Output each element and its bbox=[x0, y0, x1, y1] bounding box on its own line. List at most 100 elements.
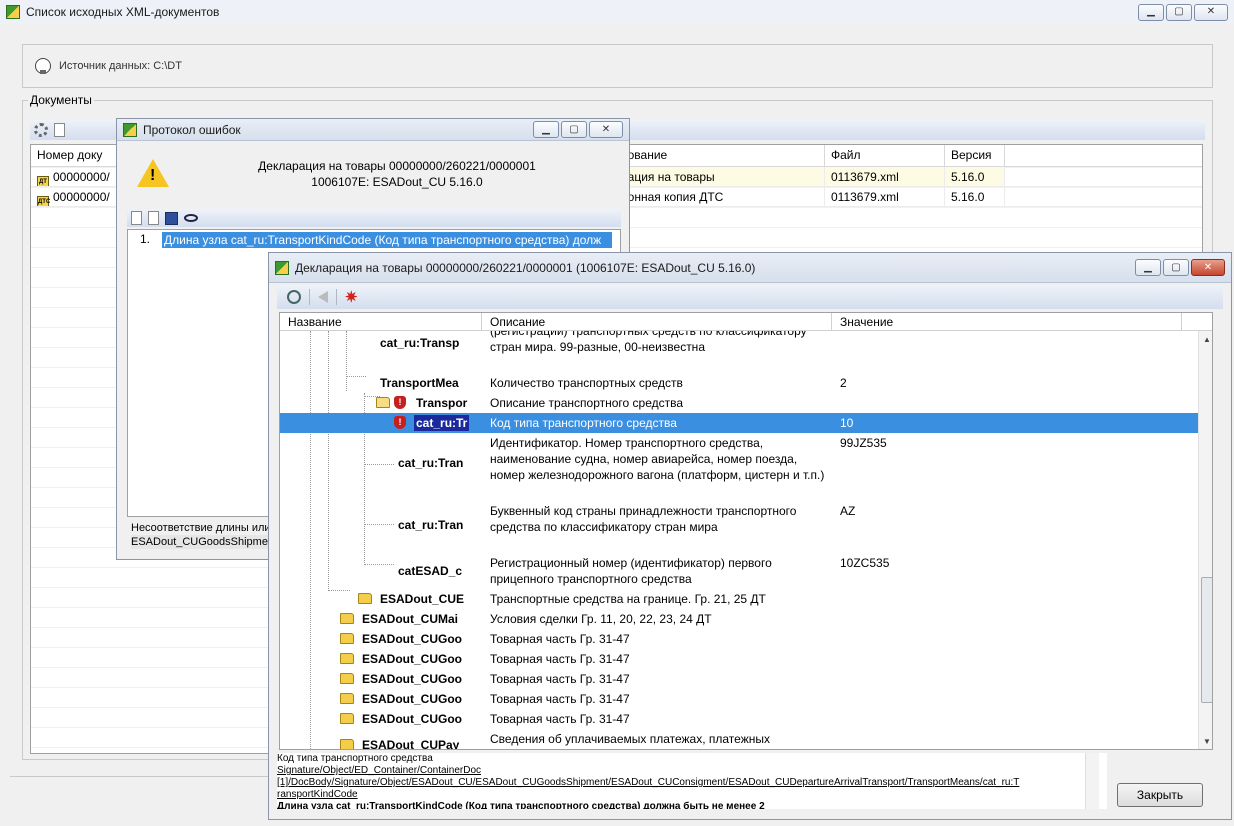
scroll-down-icon[interactable]: ▼ bbox=[1203, 737, 1211, 746]
tree-row[interactable]: ESADout_CUGoo Товарная часть Гр. 31-47 bbox=[280, 629, 1198, 649]
row-version: 5.16.0 bbox=[945, 167, 1005, 186]
maximize-button[interactable]: ▢ bbox=[1163, 259, 1189, 276]
save-icon[interactable] bbox=[165, 211, 178, 225]
close-dialog-button[interactable]: Закрыть bbox=[1117, 783, 1203, 807]
tree-vertical-scrollbar[interactable]: ▲ ▼ bbox=[1198, 331, 1212, 749]
minimize-button[interactable]: ▁ bbox=[533, 121, 559, 138]
node-name: ESADout_CUGoo bbox=[362, 712, 462, 726]
node-value: 10ZC535 bbox=[840, 556, 890, 570]
declaration-tree: Название Описание Значение cat_ru:Transp… bbox=[279, 312, 1213, 750]
folder-icon bbox=[340, 713, 354, 724]
column-header-name[interactable]: Название bbox=[280, 313, 482, 330]
gear-icon[interactable] bbox=[34, 123, 48, 137]
node-name: TransportMea bbox=[380, 376, 459, 390]
node-name: ESADout_CUGoo bbox=[362, 632, 462, 646]
column-header-description[interactable]: Описание bbox=[482, 313, 832, 330]
document-icon[interactable] bbox=[131, 211, 142, 225]
error-toolbar bbox=[127, 209, 621, 227]
node-value bbox=[832, 731, 1198, 749]
tree-row[interactable]: cat_ru:Tran Буквенный код страны принадл… bbox=[280, 501, 1198, 553]
node-value bbox=[832, 393, 1198, 413]
dt-icon: ДТ bbox=[37, 176, 49, 186]
node-value: 99JZ535 bbox=[840, 436, 887, 450]
error-header-line2: 1006107E: ESADout_CU 5.16.0 bbox=[311, 175, 483, 189]
folder-icon bbox=[340, 653, 354, 664]
node-name: ESADout_CUE bbox=[380, 592, 465, 606]
column-header-value[interactable]: Значение bbox=[832, 313, 1182, 330]
node-value: 10 bbox=[840, 416, 854, 430]
app-icon bbox=[275, 260, 289, 275]
declaration-titlebar[interactable]: Декларация на товары 00000000/260221/000… bbox=[269, 253, 1231, 283]
tree-row[interactable]: ESADout_CUGoo Товарная часть Гр. 31-47 bbox=[280, 669, 1198, 689]
details-error: Длина узла cat_ru:TransportKindCode (Код… bbox=[277, 801, 765, 809]
source-box: Источник данных: C:\DT bbox=[22, 44, 1213, 88]
folder-icon bbox=[340, 739, 354, 749]
close-button[interactable]: ✕ bbox=[1191, 259, 1225, 276]
row-file: 0113679.xml bbox=[825, 167, 945, 186]
details-scrollbar[interactable] bbox=[1085, 753, 1099, 809]
close-button[interactable]: ✕ bbox=[1194, 3, 1228, 21]
folder-icon bbox=[340, 633, 354, 644]
details-path-3[interactable]: ransportKindCode bbox=[277, 789, 1107, 801]
maximize-button[interactable]: ▢ bbox=[561, 121, 587, 138]
folder-icon bbox=[340, 673, 354, 684]
tree-row[interactable]: ESADout_CUE Транспортные средства на гра… bbox=[280, 589, 1198, 609]
node-value bbox=[832, 629, 1198, 649]
tree-row-selected[interactable]: ! cat_ru:Tr Код типа транспортного средс… bbox=[280, 413, 1198, 433]
minimize-button[interactable]: ▁ bbox=[1135, 259, 1161, 276]
tree-row[interactable]: ESADout_CUGoo Товарная часть Гр. 31-47 bbox=[280, 689, 1198, 709]
main-titlebar[interactable]: Список исходных XML-документов ▁ ▢ ✕ bbox=[0, 0, 1234, 24]
tree-row[interactable]: catESAD_c Регистрационный номер (идентиф… bbox=[280, 553, 1198, 589]
node-name: ESADout_CUPay bbox=[362, 738, 460, 750]
folder-icon bbox=[340, 693, 354, 704]
tree-row[interactable]: ESADout_CUGoo Товарная часть Гр. 31-47 bbox=[280, 709, 1198, 729]
node-value: 2 bbox=[840, 376, 847, 390]
close-button[interactable]: ✕ bbox=[589, 121, 623, 138]
tree-row[interactable]: ESADout_CUGoo Товарная часть Гр. 31-47 bbox=[280, 649, 1198, 669]
view-icon[interactable] bbox=[184, 214, 198, 222]
node-name: ESADout_CUMai bbox=[362, 612, 459, 626]
node-value bbox=[832, 331, 1198, 371]
main-window-title: Список исходных XML-документов bbox=[26, 5, 220, 19]
column-header-file[interactable]: Файл bbox=[825, 145, 945, 166]
column-header-name[interactable]: нование bbox=[615, 145, 825, 166]
source-label: Источник данных: C:\DT bbox=[59, 60, 182, 72]
document-icon[interactable] bbox=[54, 123, 65, 137]
tree-row[interactable]: cat_ru:Tran Идентификатор. Номер транспо… bbox=[280, 433, 1198, 501]
minimize-button[interactable]: ▁ bbox=[1138, 3, 1164, 21]
tree-row[interactable]: TransportMea Количество транспортных сре… bbox=[280, 373, 1198, 393]
back-arrow-icon[interactable] bbox=[318, 291, 328, 303]
node-value: AZ bbox=[840, 504, 856, 518]
node-description: Сведения об уплачиваемых платежах, плате… bbox=[490, 732, 770, 746]
column-header-version[interactable]: Версия bbox=[945, 145, 1005, 166]
error-protocol-titlebar[interactable]: Протокол ошибок ▁ ▢ ✕ bbox=[117, 119, 629, 141]
maximize-button[interactable]: ▢ bbox=[1166, 3, 1192, 21]
scroll-up-icon[interactable]: ▲ bbox=[1203, 335, 1211, 344]
tree-row[interactable]: ! Transpor Описание транспортного средст… bbox=[280, 393, 1198, 413]
details-path-1[interactable]: Signature/Object/ED_Container/ContainerD… bbox=[277, 765, 1107, 777]
document-copy-icon[interactable] bbox=[148, 211, 159, 225]
row-version: 5.16.0 bbox=[945, 187, 1005, 206]
details-path-2[interactable]: [1]/DocBody/Signature/Object/ESADout_CU/… bbox=[277, 777, 1107, 789]
tree-row[interactable]: ESADout_CUMai Условия сделки Гр. 11, 20,… bbox=[280, 609, 1198, 629]
scroll-thumb[interactable] bbox=[1201, 577, 1212, 703]
details-title: Код типа транспортного средства bbox=[277, 753, 433, 764]
error-star-icon[interactable]: ✷ bbox=[345, 290, 358, 305]
node-name: ESADout_CUGoo bbox=[362, 692, 462, 706]
row-number: 00000000/ bbox=[53, 190, 110, 204]
node-value bbox=[832, 589, 1198, 609]
node-description: Товарная часть Гр. 31-47 bbox=[490, 632, 630, 646]
node-value bbox=[832, 649, 1198, 669]
tree-row[interactable]: cat_ru:Transp (регистрации) транспортных… bbox=[280, 331, 1198, 371]
node-description: Количество транспортных средств bbox=[490, 376, 683, 390]
app-icon bbox=[6, 5, 20, 19]
node-description: Товарная часть Гр. 31-47 bbox=[490, 652, 630, 666]
tree-row[interactable]: ESADout_CUPay Сведения об уплачиваемых п… bbox=[280, 731, 1198, 750]
node-value bbox=[832, 709, 1198, 729]
search-icon[interactable] bbox=[287, 290, 301, 304]
node-name: cat_ru:Tran bbox=[398, 518, 464, 532]
declaration-title: Декларация на товары 00000000/260221/000… bbox=[295, 260, 756, 275]
app-icon bbox=[123, 122, 137, 137]
folder-open-icon bbox=[376, 397, 390, 408]
row-number: 00000000/ bbox=[53, 170, 110, 184]
